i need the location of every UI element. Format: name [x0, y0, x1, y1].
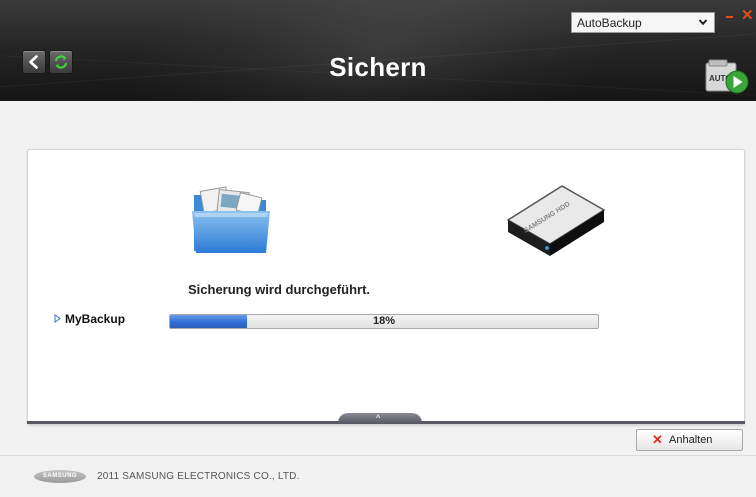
close-button[interactable]: ✕ — [741, 8, 754, 23]
footer-divider — [0, 455, 756, 456]
copyright-text: 2011 SAMSUNG ELECTRONICS CO., LTD. — [97, 471, 300, 482]
collapse-toggle[interactable]: ^ — [338, 413, 422, 423]
backup-job-name: MyBackup — [65, 312, 126, 326]
chevron-down-icon — [698, 19, 708, 26]
minimize-button[interactable] — [725, 10, 735, 24]
backup-profile-selected: AutoBackup — [577, 16, 642, 30]
backup-progress-panel — [27, 149, 745, 425]
expand-arrow-icon[interactable] — [54, 314, 61, 323]
stop-button-label: Anhalten — [669, 434, 713, 446]
backup-profile-select[interactable]: AutoBackup — [571, 12, 715, 33]
samsung-logo: SAMSUNG — [34, 470, 86, 483]
stop-button[interactable]: ✕ Anhalten — [636, 429, 743, 451]
page-title: Sichern — [329, 52, 427, 82]
chevron-up-icon: ^ — [376, 413, 381, 423]
backup-progress-bar: 18% — [169, 314, 599, 329]
autobackup-run-icon[interactable]: AUTO — [705, 58, 749, 96]
header-bar: Sichern AutoBackup ✕ AUTO — [0, 0, 756, 101]
backup-status-text: Sicherung wird durchgeführt. — [188, 282, 371, 297]
progress-percent-label: 18% — [372, 315, 396, 327]
stop-icon: ✕ — [652, 432, 663, 447]
external-hdd-icon: SAMSUNG HDD — [506, 185, 606, 256]
folder-icon — [192, 186, 270, 253]
